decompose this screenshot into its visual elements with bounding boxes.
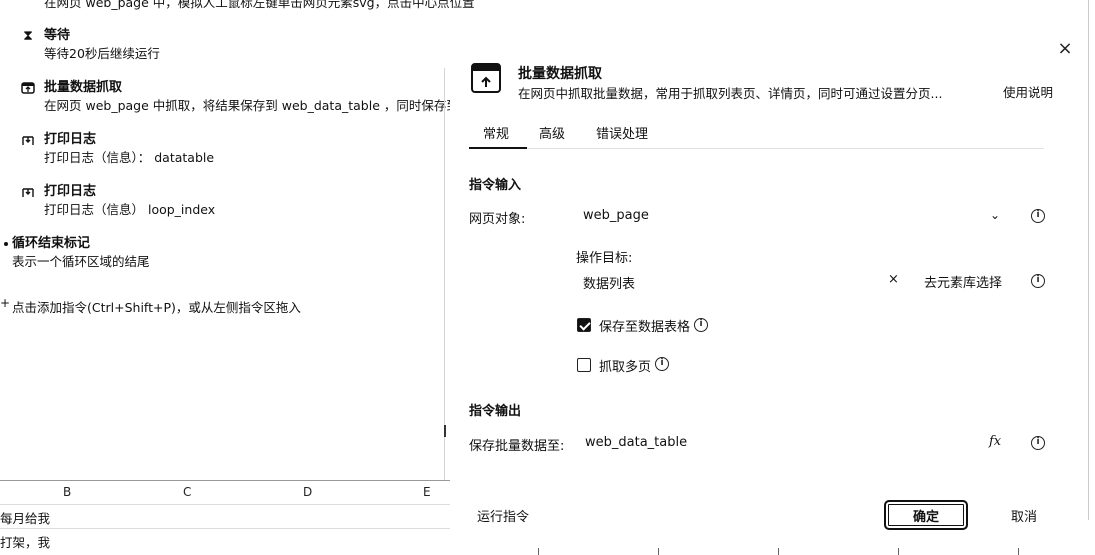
table-cell[interactable]: 打架，我 [0, 532, 50, 551]
input-section-title: 指令输入 [469, 178, 522, 193]
column-header-b[interactable]: B [63, 485, 71, 499]
command-title: 循环结束标记 [12, 236, 91, 251]
dialog-title: 批量数据抓取 [518, 66, 602, 82]
close-icon[interactable]: × [1056, 40, 1074, 58]
web-object-label: 网页对象: [469, 212, 526, 227]
info-icon[interactable]: i [694, 318, 708, 332]
hourglass-icon: ⧗ [23, 28, 33, 44]
info-icon[interactable]: i [655, 357, 669, 371]
batch-scrape-icon [20, 79, 36, 97]
column-header-c[interactable]: C [183, 485, 191, 499]
command-item-click[interactable]: 在网页 web_page 中，模拟人工鼠标左键单击网页元素svg，点击中心点位置 [44, 0, 475, 13]
save-output-field[interactable]: web_data_table [585, 435, 687, 450]
command-item-wait[interactable]: ⧗ 等待 等待20秒后继续运行 [23, 27, 160, 63]
divider [469, 148, 1044, 149]
table-cell[interactable]: 每月给我 [0, 508, 50, 527]
command-item-batch-scrape[interactable]: 批量数据抓取 在网页 web_page 中抓取，将结果保存到 web_data_… [21, 79, 472, 115]
info-icon[interactable]: i [1031, 274, 1045, 288]
divider [0, 480, 450, 481]
command-item-loop-end[interactable]: 循环结束标记 表示一个循环区域的结尾 [4, 235, 150, 271]
batch-scrape-dialog: × 批量数据抓取 在网页中抓取批量数据，常用于抓取列表页、详情页，同时可通过设置… [450, 28, 1088, 548]
add-command-hint[interactable]: 点击添加指令(Ctrl+Shift+P)，或从左侧指令区拖入 [12, 297, 301, 316]
spreadsheet: B C D E 每月给我 打架，我 [0, 480, 450, 555]
info-icon[interactable]: i [1031, 209, 1045, 223]
command-item-print-log[interactable]: 打印日志 打印日志（信息）： datatable [22, 131, 215, 167]
log-icon [20, 131, 36, 149]
scrollbar[interactable] [1088, 0, 1095, 555]
scrollbar-thumb[interactable] [444, 425, 446, 437]
multi-page-checkbox[interactable] [577, 358, 591, 372]
target-label: 操作目标: [576, 251, 633, 266]
tab-advanced[interactable]: 高级 [539, 123, 565, 142]
command-desc: 等待20秒后继续运行 [44, 46, 160, 61]
cancel-button[interactable]: 取消 [1011, 506, 1037, 525]
clear-icon[interactable]: × [888, 272, 899, 287]
command-desc: 打印日志（信息） loop_index [44, 202, 216, 217]
column-header-e[interactable]: E [423, 485, 431, 499]
save-to-table-label: 保存至数据表格 [599, 320, 691, 335]
log-icon [20, 183, 36, 201]
chevron-down-icon[interactable]: ⌄ [990, 208, 1000, 222]
command-desc: 打印日志（信息）： datatable [44, 150, 215, 165]
batch-scrape-icon [471, 63, 501, 93]
bullet-icon [4, 242, 8, 246]
web-object-select[interactable]: web_page [583, 208, 649, 223]
usage-link[interactable]: 使用说明 [1003, 82, 1053, 101]
command-title: 打印日志 [44, 132, 97, 147]
column-header-d[interactable]: D [303, 485, 312, 499]
add-plus-icon: + [0, 296, 11, 310]
tab-general[interactable]: 常规 [483, 123, 509, 142]
tab-bar: 常规 高级 错误处理 [450, 123, 1088, 151]
info-icon[interactable]: i [1031, 436, 1045, 450]
divider [0, 504, 450, 505]
divider [0, 528, 450, 529]
output-section-title: 指令输出 [469, 404, 522, 419]
command-title: 批量数据抓取 [44, 80, 123, 95]
save-output-label: 保存批量数据至: [469, 439, 565, 454]
pick-element-button[interactable]: 去元素库选择 [924, 272, 1002, 291]
save-to-table-checkbox[interactable] [577, 318, 591, 332]
active-tab-indicator [469, 147, 527, 149]
command-desc: 表示一个循环区域的结尾 [12, 254, 150, 269]
multi-page-label: 抓取多页 [599, 360, 652, 375]
ok-button[interactable]: 确定 [884, 500, 968, 530]
dialog-subtitle: 在网页中抓取批量数据，常用于抓取列表页、详情页，同时可通过设置分页... [518, 86, 943, 101]
command-desc: 在网页 web_page 中，模拟人工鼠标左键单击网页元素svg，点击中心点位置 [44, 0, 475, 10]
fx-button[interactable]: fx [989, 434, 1001, 449]
run-command-button[interactable]: 运行指令 [477, 506, 529, 525]
app-window: 在网页 web_page 中，模拟人工鼠标左键单击网页元素svg，点击中心点位置… [0, 0, 1095, 555]
command-title: 等待 [44, 28, 71, 43]
bottom-ruler [450, 548, 1095, 555]
tab-error-handling[interactable]: 错误处理 [596, 123, 648, 142]
divider [444, 68, 445, 480]
command-list: 在网页 web_page 中，模拟人工鼠标左键单击网页元素svg，点击中心点位置… [0, 0, 475, 480]
command-desc: 在网页 web_page 中抓取，将结果保存到 web_data_table ，… [44, 98, 472, 113]
target-field[interactable]: 数据列表 [583, 273, 635, 292]
command-title: 打印日志 [44, 184, 97, 199]
command-item-print-log-2[interactable]: 打印日志 打印日志（信息） loop_index [22, 183, 216, 219]
